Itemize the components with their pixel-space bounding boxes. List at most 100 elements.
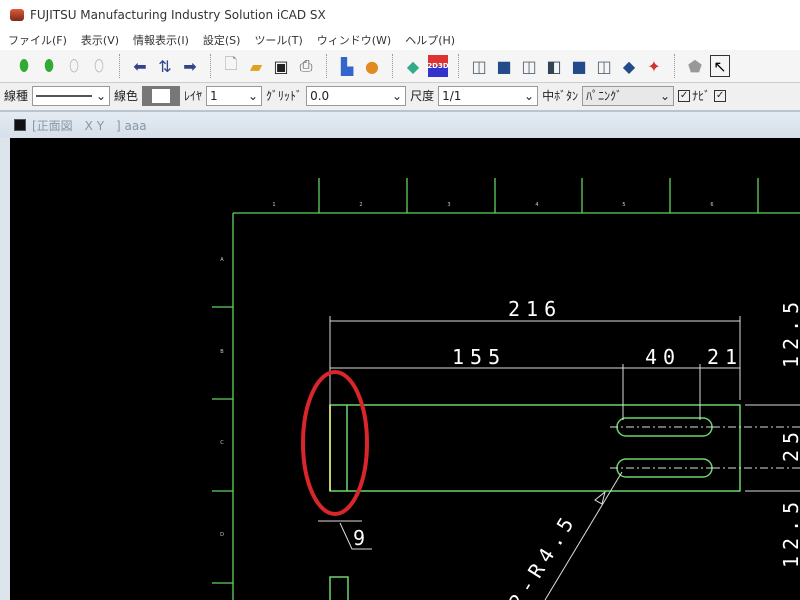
part-lower xyxy=(329,576,349,600)
color-white xyxy=(152,88,171,103)
col-label: 2 xyxy=(359,202,362,208)
grid-select[interactable]: 0.0 ⌄ xyxy=(306,85,407,106)
print-icon[interactable]: ⎙ xyxy=(296,55,316,77)
col-label: 3 xyxy=(447,202,450,208)
separator xyxy=(210,54,211,78)
grid-value: 0.0 xyxy=(310,88,330,103)
layer-gray-icon[interactable]: ⬯ xyxy=(64,55,84,77)
pick-icon[interactable]: ⬟ xyxy=(685,55,705,77)
dim-radius: 2-R4.5 xyxy=(504,508,582,600)
document-title: [正面図 X Y ] aaa xyxy=(32,118,147,133)
open-folder-icon[interactable]: ▰ xyxy=(246,55,266,77)
dim-thickness: 9 xyxy=(353,526,365,550)
chevron-down-icon: ⌄ xyxy=(247,88,259,103)
2d3d-icon[interactable]: 2D3D xyxy=(427,55,449,77)
new-file-icon[interactable]: 🗋 xyxy=(221,54,241,77)
separator xyxy=(674,54,675,78)
dim-top: 12.5 xyxy=(779,296,800,368)
row-label: C xyxy=(220,440,224,446)
line-type-label: 線種 xyxy=(4,89,29,103)
separator xyxy=(392,54,393,78)
middle-button-label: 中ﾎﾞﾀﾝ xyxy=(542,89,579,103)
menu-info[interactable]: 情報表示(I) xyxy=(133,32,189,48)
dim-slot: 40 xyxy=(645,345,681,369)
navi-checkbox[interactable]: ✓ ﾅﾋﾞ xyxy=(678,87,710,104)
layer-green-icon[interactable]: ⬮ xyxy=(14,55,34,77)
cube-solid-icon[interactable]: ■ xyxy=(494,55,514,77)
arrow-left-icon[interactable]: ⬅ xyxy=(130,55,150,77)
book-icon[interactable]: ◆ xyxy=(619,55,639,77)
layer-gray2-icon[interactable]: ⬯ xyxy=(89,55,109,77)
select-icon[interactable]: ↖ xyxy=(710,55,730,77)
line-type-select[interactable]: ⌄ xyxy=(32,85,111,106)
highlight-ellipse xyxy=(301,370,369,516)
checkbox-checked-icon: ✓ xyxy=(678,89,691,102)
checkbox-partial[interactable]: ✓ xyxy=(714,89,727,102)
chevron-down-icon: ⌄ xyxy=(95,88,107,103)
scale-select[interactable]: 1/1 ⌄ xyxy=(438,85,539,106)
app-logo-icon xyxy=(10,9,24,21)
cube-iso-icon[interactable]: ◫ xyxy=(594,55,614,77)
col-label: 1 xyxy=(272,202,275,208)
line-sample xyxy=(36,94,93,97)
separator xyxy=(458,54,459,78)
drawing-canvas[interactable]: 123456 ABCDE 216 155 40 21 9 12.5 25 12.… xyxy=(10,138,800,600)
menu-window[interactable]: ウィンドウ(W) xyxy=(317,32,391,48)
row-label: D xyxy=(220,532,224,538)
menu-settings[interactable]: 設定(S) xyxy=(203,32,241,48)
navi-label: ﾅﾋﾞ xyxy=(692,89,711,103)
property-bar: 線種 ⌄ 線色 ﾚｲﾔ 1 ⌄ ｸﾞﾘｯﾄﾞ 0.0 ⌄ 尺度 1/1 ⌄ 中ﾎﾞﾀﾝ… xyxy=(0,82,800,108)
menu-view[interactable]: 表示(V) xyxy=(81,32,119,48)
col-label: 5 xyxy=(622,202,625,208)
scale-value: 1/1 xyxy=(442,88,462,103)
document-icon xyxy=(14,119,26,131)
drawing-frame xyxy=(212,178,800,600)
window-title: FUJITSU Manufacturing Industry Solution … xyxy=(30,8,326,22)
cube-wire-icon[interactable]: ◫ xyxy=(469,55,489,77)
chevron-down-icon: ⌄ xyxy=(524,88,535,103)
layer-green2-icon[interactable]: ⬮ xyxy=(39,55,59,77)
col-label: 4 xyxy=(535,202,538,208)
cube-top-icon[interactable]: ■ xyxy=(569,55,589,77)
line-color-swatch[interactable] xyxy=(142,85,181,106)
window-border xyxy=(0,138,10,600)
dim-overall: 216 xyxy=(508,297,562,321)
separator xyxy=(119,54,120,78)
paint-icon[interactable]: ✦ xyxy=(644,55,664,77)
document-tab[interactable]: [正面図 X Y ] aaa xyxy=(0,110,800,138)
chevron-down-icon: ⌄ xyxy=(392,88,403,103)
col-label: 6 xyxy=(710,202,713,208)
line-color-label: 線色 xyxy=(114,89,139,103)
save-icon[interactable]: ▣ xyxy=(271,55,291,77)
chevron-down-icon: ⌄ xyxy=(660,88,671,103)
menu-file[interactable]: ファイル(F) xyxy=(8,32,67,48)
menu-help[interactable]: ヘルプ(H) xyxy=(405,32,455,48)
dim-left: 155 xyxy=(452,345,506,369)
middle-button-select[interactable]: ﾊﾟﾆﾝｸﾞ ⌄ xyxy=(582,85,675,106)
separator xyxy=(326,54,327,78)
menu-bar: ファイル(F) 表示(V) 情報表示(I) 設定(S) ツール(T) ウィンドウ… xyxy=(0,30,800,50)
dim-middle: 25 xyxy=(779,426,800,462)
grid-label: ｸﾞﾘｯﾄﾞ xyxy=(266,89,303,103)
layer-value: 1 xyxy=(210,88,218,103)
row-label: A xyxy=(220,257,224,263)
dim-right: 21 xyxy=(707,345,743,369)
row-label: B xyxy=(220,349,224,355)
shape-icon[interactable]: ● xyxy=(362,55,382,77)
layer-select[interactable]: 1 ⌄ xyxy=(206,85,263,106)
scale-label: 尺度 xyxy=(410,89,435,103)
menu-tools[interactable]: ツール(T) xyxy=(254,32,302,48)
arrow-right-icon[interactable]: ➡ xyxy=(180,55,200,77)
cube-front-icon[interactable]: ◫ xyxy=(519,55,539,77)
solid-icon[interactable]: ◆ xyxy=(403,55,423,77)
drawing-svg[interactable]: 123456 ABCDE 216 155 40 21 9 12.5 25 12.… xyxy=(10,138,800,600)
cube-side-icon[interactable]: ◧ xyxy=(544,55,564,77)
title-bar: FUJITSU Manufacturing Industry Solution … xyxy=(0,0,800,30)
move-icon[interactable]: ⇅ xyxy=(155,55,175,77)
middle-button-value: ﾊﾟﾆﾝｸﾞ xyxy=(586,89,623,103)
checkbox-checked-icon: ✓ xyxy=(714,89,727,102)
dimension-text: 216 155 40 21 9 12.5 25 12.5 2-R4.5 xyxy=(353,296,800,600)
layer-label: ﾚｲﾔ xyxy=(184,89,203,103)
dim-bottom: 12.5 xyxy=(779,496,800,568)
view-icon[interactable]: ▙ xyxy=(337,55,357,77)
